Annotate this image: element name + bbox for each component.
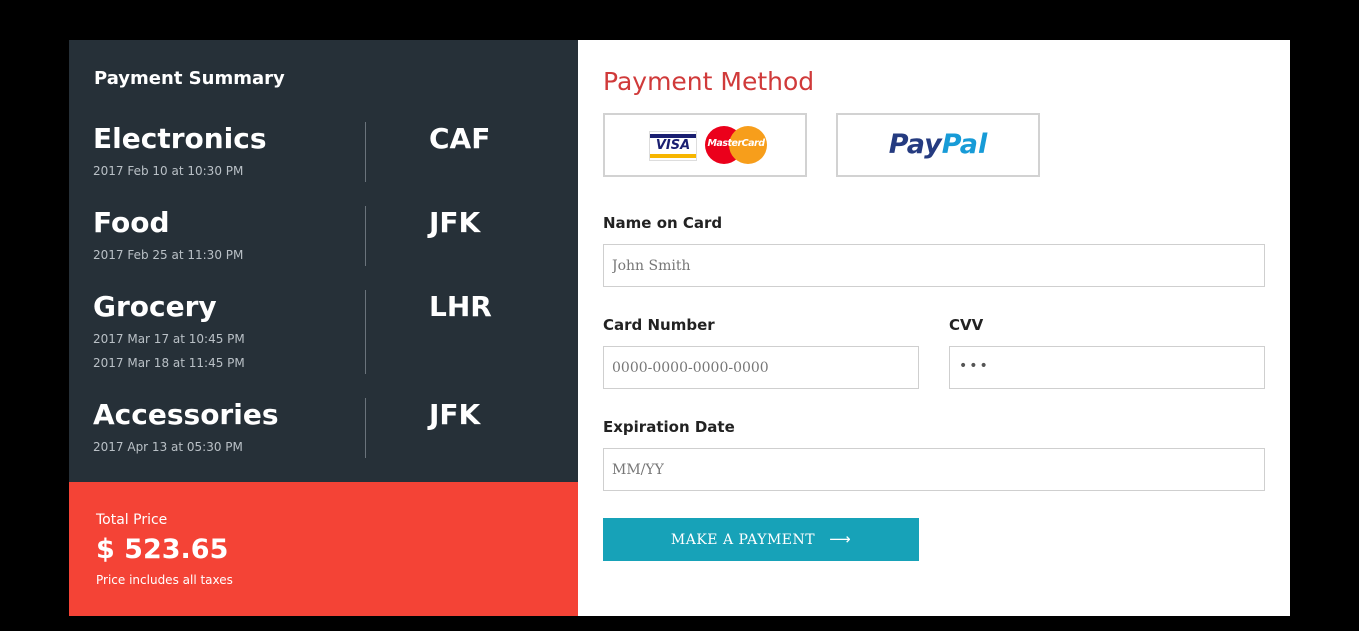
item-code: JFK bbox=[429, 206, 481, 239]
visa-stripe bbox=[650, 154, 696, 158]
name-on-card-input[interactable] bbox=[604, 245, 1264, 286]
item-name: Grocery bbox=[93, 290, 217, 323]
expiration-date-field bbox=[603, 448, 1265, 491]
make-payment-label: MAKE A PAYMENT bbox=[670, 532, 816, 548]
visa-logo-icon: VISA bbox=[649, 131, 697, 161]
card-payment-option[interactable]: VISA MasterCard bbox=[603, 113, 807, 177]
item-code: LHR bbox=[429, 290, 492, 323]
item-date: 2017 Feb 25 at 11:30 PM bbox=[93, 248, 244, 262]
item-name: Accessories bbox=[93, 398, 279, 431]
total-price-label: Total Price bbox=[96, 512, 168, 528]
expiration-date-label: Expiration Date bbox=[603, 418, 735, 436]
item-code: JFK bbox=[429, 398, 481, 431]
visa-text: VISA bbox=[655, 138, 691, 153]
total-price-note: Price includes all taxes bbox=[96, 573, 233, 587]
item-date: 2017 Mar 18 at 11:45 PM bbox=[93, 356, 245, 370]
paypal-payment-option[interactable]: PayPal bbox=[836, 113, 1040, 177]
card-number-label: Card Number bbox=[603, 316, 715, 334]
total-price-box: Total Price $ 523.65 Price includes all … bbox=[69, 482, 578, 616]
make-payment-button[interactable]: MAKE A PAYMENT ⟶ bbox=[603, 518, 919, 561]
item-name: Food bbox=[93, 206, 170, 239]
cvv-field[interactable]: ••• bbox=[949, 346, 1265, 389]
payment-method-title: Payment Method bbox=[603, 67, 815, 96]
item-divider bbox=[365, 206, 366, 266]
paypal-logo-icon: PayPal bbox=[838, 129, 1038, 160]
payment-summary-panel: Payment Summary Electronics 2017 Feb 10 … bbox=[69, 40, 578, 616]
item-divider bbox=[365, 122, 366, 182]
cvv-value: ••• bbox=[959, 358, 990, 374]
card-number-field bbox=[603, 346, 919, 389]
cvv-label: CVV bbox=[949, 316, 984, 334]
item-date: 2017 Mar 17 at 10:45 PM bbox=[93, 332, 245, 346]
mastercard-logo-icon: MasterCard bbox=[705, 126, 767, 164]
payment-method-panel: Payment Method VISA MasterCard PayPal Na… bbox=[578, 40, 1290, 616]
name-on-card-label: Name on Card bbox=[603, 214, 723, 232]
mastercard-text: MasterCard bbox=[707, 138, 765, 149]
item-date: 2017 Feb 10 at 10:30 PM bbox=[93, 164, 244, 178]
arrow-right-icon: ⟶ bbox=[829, 530, 852, 548]
card-number-input[interactable] bbox=[604, 347, 918, 388]
item-date: 2017 Apr 13 at 05:30 PM bbox=[93, 440, 243, 454]
expiration-date-input[interactable] bbox=[604, 449, 1264, 490]
name-on-card-field bbox=[603, 244, 1265, 287]
item-code: CAF bbox=[429, 122, 491, 155]
item-divider bbox=[365, 398, 366, 458]
total-price-value: $ 523.65 bbox=[96, 534, 229, 565]
item-name: Electronics bbox=[93, 122, 267, 155]
paypal-text-part: Pay bbox=[888, 129, 942, 160]
paypal-text-part: Pal bbox=[941, 129, 988, 160]
item-divider bbox=[365, 290, 366, 374]
summary-title: Payment Summary bbox=[94, 68, 285, 89]
